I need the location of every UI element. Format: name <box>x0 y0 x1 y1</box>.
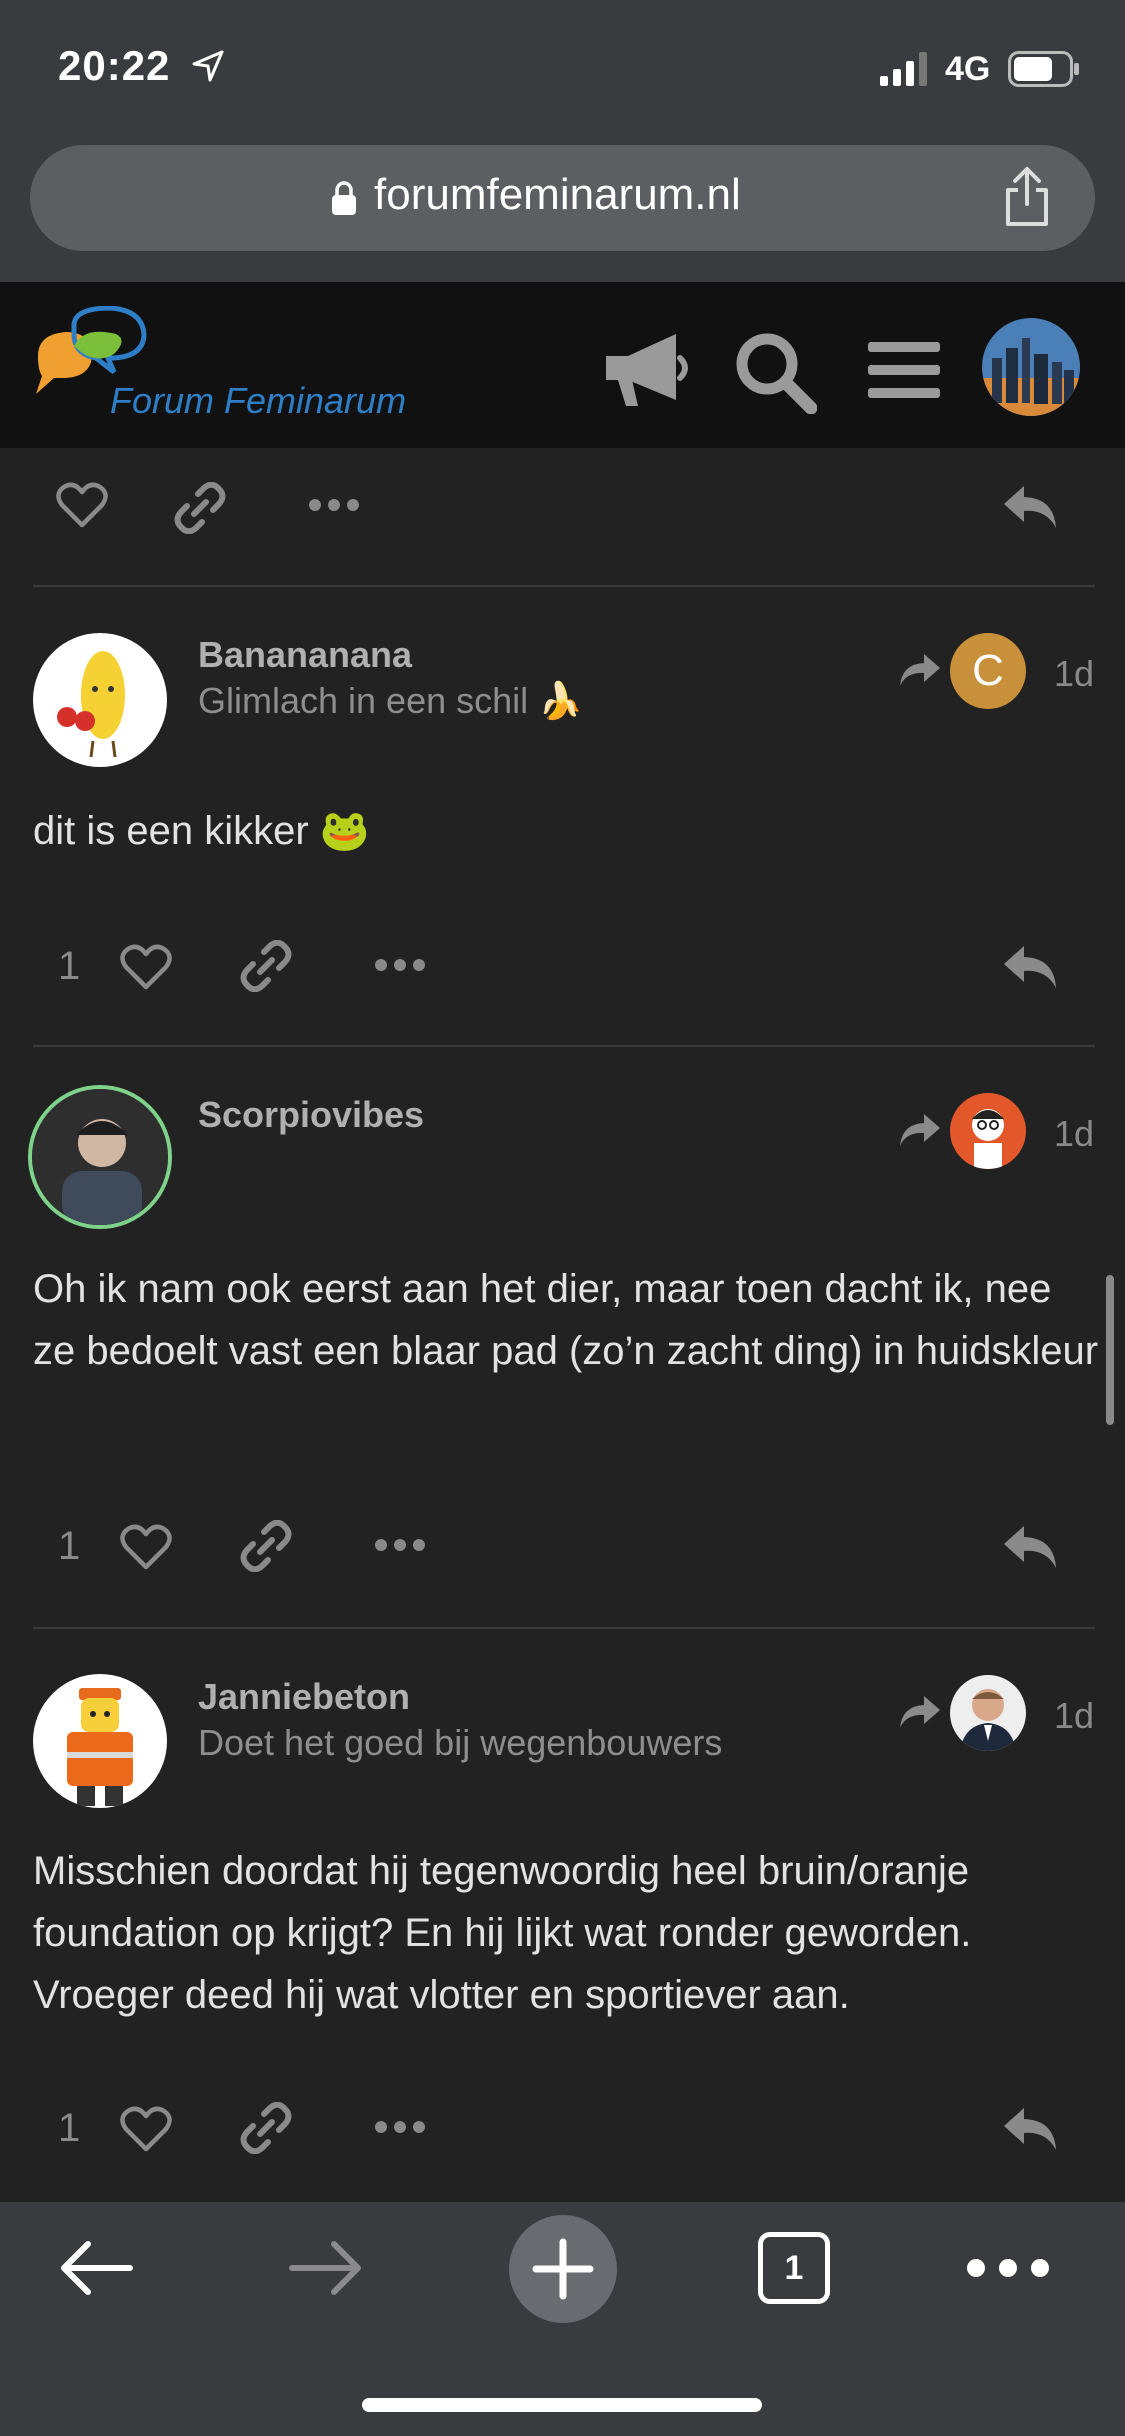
username[interactable]: Banananana <box>198 634 412 676</box>
like-heart-icon[interactable] <box>120 944 172 990</box>
reply-to-initial: C <box>972 646 1004 695</box>
plus-icon[interactable] <box>508 2214 618 2324</box>
forum-logo-text[interactable]: Forum Feminarum <box>110 380 406 422</box>
post-body: Oh ik nam ook eerst aan het dier, maar t… <box>33 1267 1099 1373</box>
reply-icon[interactable] <box>1002 1524 1058 1570</box>
reply-to-icon[interactable] <box>898 1694 942 1732</box>
post-divider <box>33 1627 1095 1629</box>
reply-to-avatar[interactable]: C <box>950 633 1026 709</box>
user-title: Doet het goed bij wegenbouwers <box>198 1722 723 1763</box>
link-icon[interactable] <box>240 940 292 992</box>
home-indicator[interactable] <box>362 2398 762 2412</box>
post-body: dit is een kikker 🐸 <box>33 809 370 853</box>
avatar[interactable] <box>28 1085 172 1229</box>
like-count[interactable]: 1 <box>58 2106 80 2151</box>
more-options-icon[interactable] <box>374 958 426 972</box>
like-count[interactable]: 1 <box>58 944 80 989</box>
username[interactable]: Janniebeton <box>198 1676 410 1718</box>
avatar[interactable] <box>33 1674 167 1808</box>
signal-icon <box>880 52 927 86</box>
menu-icon[interactable] <box>868 340 940 400</box>
lock-icon <box>332 181 356 215</box>
post-age[interactable]: 1d <box>1054 1113 1094 1155</box>
post-divider <box>33 585 1095 587</box>
reply-to-avatar[interactable] <box>950 1093 1026 1169</box>
reply-icon[interactable] <box>1002 484 1058 530</box>
reply-to-icon[interactable] <box>898 1112 942 1150</box>
post-age[interactable]: 1d <box>1054 1695 1094 1737</box>
search-icon[interactable] <box>733 330 817 414</box>
more-options-icon[interactable] <box>374 1538 426 1552</box>
forum-header <box>0 282 1125 448</box>
post-body: Misschien doordat hij tegenwoordig heel … <box>33 1849 972 2017</box>
avatar[interactable] <box>33 633 167 767</box>
battery-icon <box>1008 51 1079 87</box>
scrollbar[interactable] <box>1106 1275 1114 1425</box>
user-avatar[interactable] <box>982 318 1080 416</box>
reply-icon[interactable] <box>1002 2106 1058 2152</box>
more-options-icon[interactable] <box>308 498 360 512</box>
like-heart-icon[interactable] <box>120 1524 172 1570</box>
link-icon[interactable] <box>174 482 226 534</box>
share-icon[interactable] <box>1000 166 1054 228</box>
more-options-icon[interactable] <box>374 2120 426 2134</box>
tabs-count: 1 <box>784 2248 804 2287</box>
tabs-icon[interactable]: 1 <box>758 2232 830 2304</box>
reply-to-avatar[interactable] <box>950 1675 1026 1751</box>
url-text[interactable]: forumfeminarum.nl <box>374 170 741 220</box>
post-divider <box>33 1045 1095 1047</box>
more-icon[interactable] <box>966 2258 1050 2278</box>
like-count[interactable]: 1 <box>58 1524 80 1569</box>
username[interactable]: Scorpiovibes <box>198 1094 424 1136</box>
user-title: Glimlach in een schil 🍌 <box>198 680 583 721</box>
network-type: 4G <box>945 50 991 88</box>
link-icon[interactable] <box>240 1520 292 1572</box>
post-age[interactable]: 1d <box>1054 653 1094 695</box>
arrow-right-icon[interactable] <box>288 2240 364 2296</box>
arrow-left-icon[interactable] <box>58 2240 134 2296</box>
reply-to-icon[interactable] <box>898 652 942 690</box>
reply-icon[interactable] <box>1002 944 1058 990</box>
like-heart-icon[interactable] <box>120 2106 172 2152</box>
location-arrow-icon <box>192 50 224 82</box>
like-heart-icon[interactable] <box>56 482 108 528</box>
link-icon[interactable] <box>240 2102 292 2154</box>
megaphone-icon[interactable] <box>598 330 690 410</box>
status-time: 20:22 <box>58 42 171 89</box>
